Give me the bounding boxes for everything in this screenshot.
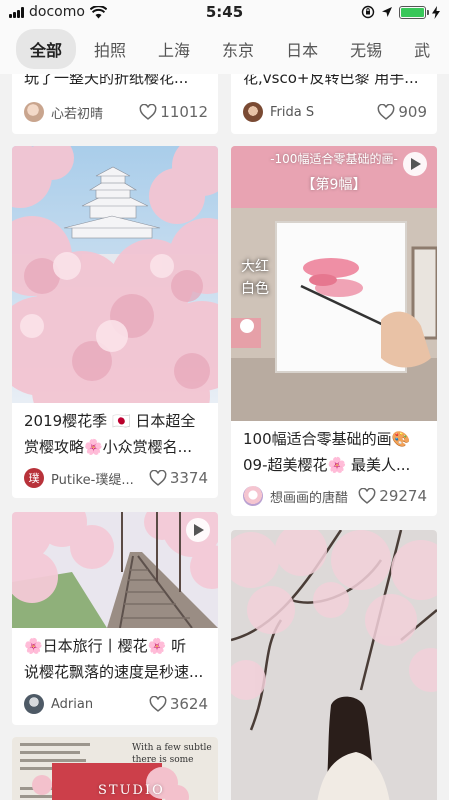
cover-image-castle-sakura bbox=[12, 146, 218, 403]
note-feed[interactable]: 玩了一整天的折纸樱花... 心若初晴 11012 花,vsco+反转巴黎 用手.… bbox=[0, 74, 449, 800]
tab-shanghai[interactable]: 上海 bbox=[144, 29, 204, 69]
like-button[interactable]: 29274 bbox=[358, 487, 427, 505]
cover-image-portrait bbox=[231, 530, 437, 800]
note-card-sakura-railway[interactable]: 🌸日本旅行丨樱花🌸 听 说樱花飘落的速度是秒速... Adrian 3624 bbox=[12, 512, 218, 725]
note-title: 花,vsco+反转巴黎 用手... bbox=[243, 74, 419, 87]
heart-icon bbox=[149, 470, 167, 486]
cover-text-1: With a few subtle bbox=[132, 743, 212, 753]
author-name[interactable]: Putike-璞缇... bbox=[51, 469, 149, 488]
note-card-origami-sakura[interactable]: 玩了一整天的折纸樱花... 心若初晴 11012 bbox=[12, 74, 218, 134]
charging-icon bbox=[432, 5, 440, 19]
tab-all[interactable]: 全部 bbox=[16, 29, 77, 69]
cover-image-newspaper: With a few subtle there is some STUDIO bbox=[12, 737, 218, 800]
cover-side-text-1: 大红 bbox=[241, 259, 269, 275]
author-name[interactable]: 想画画的唐醋 bbox=[270, 487, 358, 506]
author-name[interactable]: Adrian bbox=[51, 697, 149, 712]
avatar[interactable]: 璞 bbox=[24, 468, 44, 488]
tab-tokyo[interactable]: 东京 bbox=[208, 29, 268, 69]
like-button[interactable]: 11012 bbox=[139, 103, 208, 121]
like-count: 29274 bbox=[379, 487, 427, 505]
note-title: 玩了一整天的折纸樱花... bbox=[24, 74, 189, 87]
tab-wu[interactable]: 武 bbox=[400, 29, 444, 69]
note-card-painting-tutorial[interactable]: -100幅适合零基础的画- 【第9幅】 大红 白色 100幅适合零基础的画🎨 0… bbox=[231, 146, 437, 516]
wifi-icon bbox=[89, 5, 107, 18]
avatar[interactable] bbox=[24, 694, 44, 714]
note-card-sakura-portrait[interactable] bbox=[231, 530, 437, 800]
heart-icon bbox=[377, 104, 395, 120]
author-name[interactable]: Frida S bbox=[270, 105, 377, 120]
battery-icon bbox=[399, 5, 429, 19]
carrier-label: docomo bbox=[29, 4, 85, 20]
cover-text-studio: STUDIO bbox=[98, 783, 165, 798]
orientation-lock-icon bbox=[361, 5, 375, 19]
heart-icon bbox=[149, 696, 167, 712]
avatar[interactable] bbox=[243, 102, 263, 122]
play-icon bbox=[186, 518, 210, 542]
note-card-sakura-guide[interactable]: 2019樱花季 🇯🇵 日本超全 赏樱攻略🌸小众赏樱名... 璞 Putike-璞… bbox=[12, 146, 218, 498]
cover-side-text-2: 白色 bbox=[241, 281, 269, 297]
cover-text-2: there is some bbox=[132, 755, 194, 765]
heart-icon bbox=[358, 488, 376, 504]
heart-icon bbox=[139, 104, 157, 120]
note-title: 100幅适合零基础的画🎨 09-超美樱花🌸 最美人... bbox=[243, 430, 411, 474]
signal-icon bbox=[9, 6, 24, 18]
like-count: 909 bbox=[398, 103, 427, 121]
like-count: 11012 bbox=[160, 103, 208, 121]
note-title: 2019樱花季 🇯🇵 日本超全 赏樱攻略🌸小众赏樱名... bbox=[24, 412, 196, 456]
tab-photo[interactable]: 拍照 bbox=[80, 29, 140, 69]
cover-image-railway bbox=[12, 512, 218, 628]
location-icon bbox=[382, 7, 392, 17]
status-bar: docomo 5:45 bbox=[0, 0, 449, 24]
avatar[interactable] bbox=[24, 102, 44, 122]
like-count: 3374 bbox=[169, 469, 208, 487]
cover-image-painting: -100幅适合零基础的画- 【第9幅】 大红 白色 bbox=[231, 146, 437, 421]
tab-wuxi[interactable]: 无锡 bbox=[336, 29, 396, 69]
note-title: 🌸日本旅行丨樱花🌸 听 说樱花飘落的速度是秒速... bbox=[24, 637, 204, 681]
author-name[interactable]: 心若初晴 bbox=[51, 103, 139, 122]
tab-japan[interactable]: 日本 bbox=[272, 29, 332, 69]
category-tabs: 全部 拍照 上海 东京 日本 无锡 武 bbox=[0, 24, 449, 74]
like-count: 3624 bbox=[169, 695, 208, 713]
like-button[interactable]: 909 bbox=[377, 103, 427, 121]
note-card-vsco-paris[interactable]: 花,vsco+反转巴黎 用手... Frida S 909 bbox=[231, 74, 437, 134]
play-icon bbox=[403, 152, 427, 176]
like-button[interactable]: 3374 bbox=[149, 469, 208, 487]
avatar[interactable] bbox=[243, 486, 263, 506]
like-button[interactable]: 3624 bbox=[149, 695, 208, 713]
note-card-studio[interactable]: With a few subtle there is some STUDIO bbox=[12, 737, 218, 800]
cover-sub-text: 【第9幅】 bbox=[301, 177, 367, 193]
